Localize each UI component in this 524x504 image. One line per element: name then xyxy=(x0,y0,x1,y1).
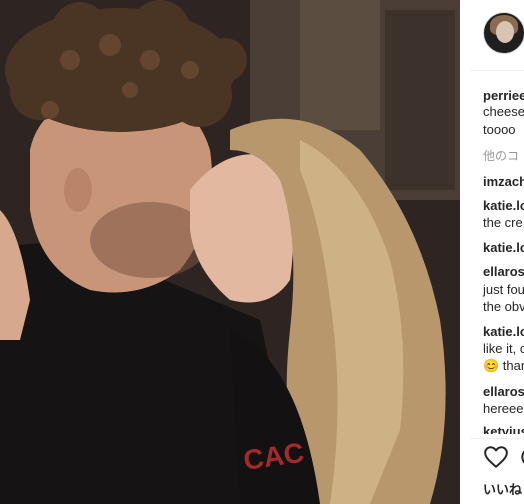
comment-icon[interactable] xyxy=(518,444,524,470)
header-divider xyxy=(470,70,524,71)
post-side-panel: perriee cheese toooo 他のコ imzach katie.lo… xyxy=(470,0,524,504)
photo-illustration: CAC xyxy=(0,0,460,504)
comment-text: hereee xyxy=(483,401,524,416)
author-avatar[interactable] xyxy=(483,12,524,54)
comment-user[interactable]: ellaros xyxy=(483,384,524,400)
caption-line-1: cheese xyxy=(483,104,524,119)
comment-text: the obv xyxy=(483,299,524,314)
likes-count[interactable]: いいね xyxy=(483,479,522,498)
comment-user[interactable]: katie.lo xyxy=(483,198,524,214)
comment-user[interactable]: katie.lo xyxy=(483,324,524,340)
comment-user[interactable]: ellaros xyxy=(483,264,524,280)
comment-text: 😊 thar xyxy=(483,358,524,373)
caption-line-2: toooo xyxy=(483,122,516,137)
comment-user[interactable]: imzach xyxy=(483,174,524,190)
heart-icon[interactable] xyxy=(483,444,509,470)
load-more-comments[interactable]: 他のコ xyxy=(483,148,519,164)
comment-text: the cre xyxy=(483,215,523,230)
post-photo[interactable]: CAC xyxy=(0,0,460,504)
caption-author[interactable]: perriee xyxy=(483,88,524,104)
actions-divider xyxy=(470,438,524,439)
comment-text: just fou xyxy=(483,282,524,297)
comment-user[interactable]: katie.lo xyxy=(483,240,524,256)
comment-text: like it, c xyxy=(483,341,524,356)
